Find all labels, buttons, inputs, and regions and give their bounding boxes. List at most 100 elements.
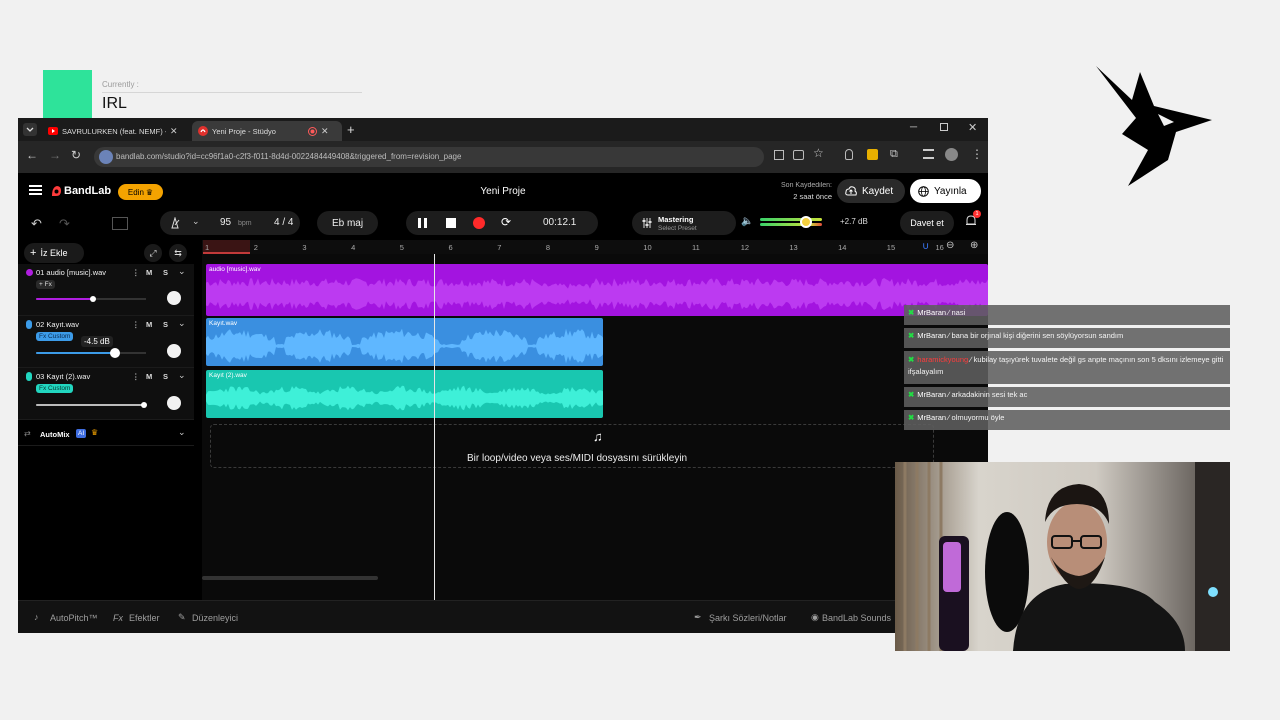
chevron-down-icon[interactable]: ⌄ (178, 318, 186, 329)
time-signature[interactable]: 4 / 4 (274, 217, 293, 228)
track-volume-slider[interactable] (36, 402, 147, 408)
track-options-icon[interactable]: ⋮ (132, 268, 140, 277)
project-title[interactable]: Yeni Proje (448, 186, 558, 197)
save-button[interactable]: Kaydet (837, 179, 905, 203)
track-header[interactable]: 02 Kayıt.wav ⋮ M S ⌄ Fx Custom -4.5 dB (18, 316, 194, 368)
slider-handle[interactable] (90, 296, 97, 302)
media-control-icon[interactable] (923, 149, 934, 159)
site-info-icon[interactable] (99, 150, 113, 164)
record-icon[interactable] (473, 217, 485, 229)
solo-button[interactable]: S (163, 268, 168, 277)
tab-search-button[interactable] (23, 123, 37, 136)
mute-button[interactable]: M (146, 320, 152, 329)
track-volume-slider[interactable] (36, 296, 146, 302)
mute-button[interactable]: M (146, 372, 152, 381)
stop-icon[interactable] (446, 218, 456, 228)
hamburger-menu-icon[interactable] (29, 185, 42, 195)
close-icon[interactable]: ✕ (321, 126, 329, 137)
track-name[interactable]: 02 Kayıt.wav (36, 320, 126, 329)
automix-row[interactable]: ⇄ AutoMix AI ♛ ⌄ (18, 422, 194, 446)
screen-cast-icon[interactable] (774, 150, 784, 160)
lightbulb-icon[interactable] (845, 149, 853, 160)
tab-youtube[interactable]: SAVRULURKEN (feat. NEMF) - Y ✕ (42, 121, 187, 141)
tuner-icon[interactable]: ⤢ (144, 244, 162, 262)
chevron-down-icon[interactable]: ⌄ (178, 370, 186, 381)
track-header[interactable]: 03 Kayıt (2).wav ⋮ M S ⌄ Fx Custom (18, 368, 194, 420)
close-icon[interactable]: ✕ (170, 126, 178, 137)
undo-icon[interactable]: ↶ (31, 216, 42, 232)
snap-magnet-icon[interactable]: ∪ (922, 241, 934, 253)
lyrics-button[interactable]: Şarkı Sözleri/Notlar (709, 613, 787, 623)
audio-region[interactable]: Kayıt (2).wav (206, 370, 603, 418)
track-options-icon[interactable]: ⋮ (132, 320, 140, 329)
edit-badge[interactable]: Edin ♛ (118, 184, 163, 200)
metronome-icon[interactable] (169, 217, 181, 229)
fx-button[interactable]: + Fx (36, 280, 55, 289)
effects-button[interactable]: Efektler (129, 613, 160, 623)
zoom-in-icon[interactable]: ⊕ (970, 240, 978, 251)
track-volume-slider[interactable] (36, 348, 146, 358)
back-icon[interactable]: ← (26, 148, 38, 162)
pan-knob[interactable] (167, 344, 181, 358)
editor-button[interactable]: Düzenleyici (192, 613, 238, 623)
horizontal-scrollbar[interactable] (202, 576, 378, 580)
loop-region[interactable] (203, 240, 250, 254)
pan-knob[interactable] (167, 291, 181, 305)
track-lane[interactable]: Kayıt (2).wav (202, 368, 988, 420)
extension-icon[interactable] (867, 149, 878, 160)
more-menu-icon[interactable]: ⋮ (971, 147, 983, 161)
reload-icon[interactable]: ↻ (71, 148, 81, 162)
fx-custom-button[interactable]: Fx Custom (36, 384, 74, 393)
track-name[interactable]: 01 audio [music].wav (36, 268, 126, 277)
chevron-down-icon[interactable]: ⌄ (178, 266, 186, 277)
chevron-down-icon[interactable]: ⌄ (192, 216, 200, 227)
track-header[interactable]: 01 audio [music].wav ⋮ M S ⌄ + Fx (18, 264, 194, 316)
speaker-icon[interactable]: 🔈 (741, 216, 753, 227)
timeline-ruler[interactable]: 1 2 3 4 5 6 7 8 9 10 11 12 13 14 15 16 ∪ ⊖ ⊕ (202, 240, 988, 254)
maximize-icon[interactable] (940, 123, 948, 131)
slider-handle[interactable] (140, 402, 147, 408)
track-options-icon[interactable]: ⋮ (132, 372, 140, 381)
track-lane[interactable]: audio [music].wav (202, 264, 988, 316)
notifications-button[interactable]: 1 (964, 210, 981, 228)
minimize-icon[interactable]: ─ (910, 122, 917, 133)
mastering-selector[interactable]: Mastering Select Preset (632, 211, 736, 235)
audio-region[interactable]: audio [music].wav (206, 264, 988, 316)
solo-button[interactable]: S (163, 320, 168, 329)
solo-button[interactable]: S (163, 372, 168, 381)
timeline-area[interactable]: audio [music].wav Kayıt.wav Kayıt (2).wa… (202, 254, 988, 600)
chevron-down-icon[interactable]: ⌄ (178, 427, 186, 438)
track-lane[interactable]: Kayıt.wav (202, 316, 988, 368)
mute-button[interactable]: M (146, 268, 152, 277)
slider-handle[interactable] (110, 348, 121, 358)
audio-region[interactable]: Kayıt.wav (206, 318, 603, 366)
mixer-icon[interactable]: ⇆ (169, 244, 187, 262)
volume-knob[interactable] (800, 216, 812, 228)
publish-button[interactable]: Yayınla (910, 179, 981, 203)
redo-icon[interactable]: ↷ (59, 216, 70, 232)
master-volume-slider[interactable] (760, 216, 822, 228)
key-selector[interactable]: Eb maj (317, 211, 378, 235)
new-tab-icon[interactable]: + (347, 122, 355, 137)
forward-icon[interactable]: → (49, 148, 61, 162)
pan-knob[interactable] (167, 396, 181, 410)
invite-button[interactable]: Davet et (900, 211, 954, 235)
tempo-value[interactable]: 95 (220, 217, 231, 228)
pause-icon[interactable] (418, 218, 427, 228)
drop-zone[interactable]: ♫ Bir loop/video veya ses/MIDI dosyasını… (210, 424, 934, 468)
close-window-icon[interactable]: ✕ (968, 121, 977, 134)
tab-bandlab-studio[interactable]: Yeni Proje - Stüdyo ✕ (192, 121, 342, 141)
autopitch-button[interactable]: AutoPitch™ (50, 613, 98, 623)
loop-icon[interactable]: ⟳ (501, 215, 511, 229)
playhead[interactable] (434, 254, 435, 600)
install-app-icon[interactable] (793, 150, 804, 160)
add-track-button[interactable]: + İz Ekle (24, 243, 84, 263)
fx-custom-button[interactable]: Fx Custom (36, 332, 74, 341)
track-name[interactable]: 03 Kayıt (2).wav (36, 372, 126, 381)
extensions-puzzle-icon[interactable]: ⧉ (890, 148, 898, 161)
profile-avatar[interactable] (945, 148, 958, 161)
bandlab-sounds-button[interactable]: BandLab Sounds (822, 613, 891, 623)
keyboard-icon[interactable] (112, 217, 128, 230)
zoom-out-icon[interactable]: ⊖ (946, 240, 954, 251)
bookmark-star-icon[interactable]: ☆ (813, 146, 824, 160)
